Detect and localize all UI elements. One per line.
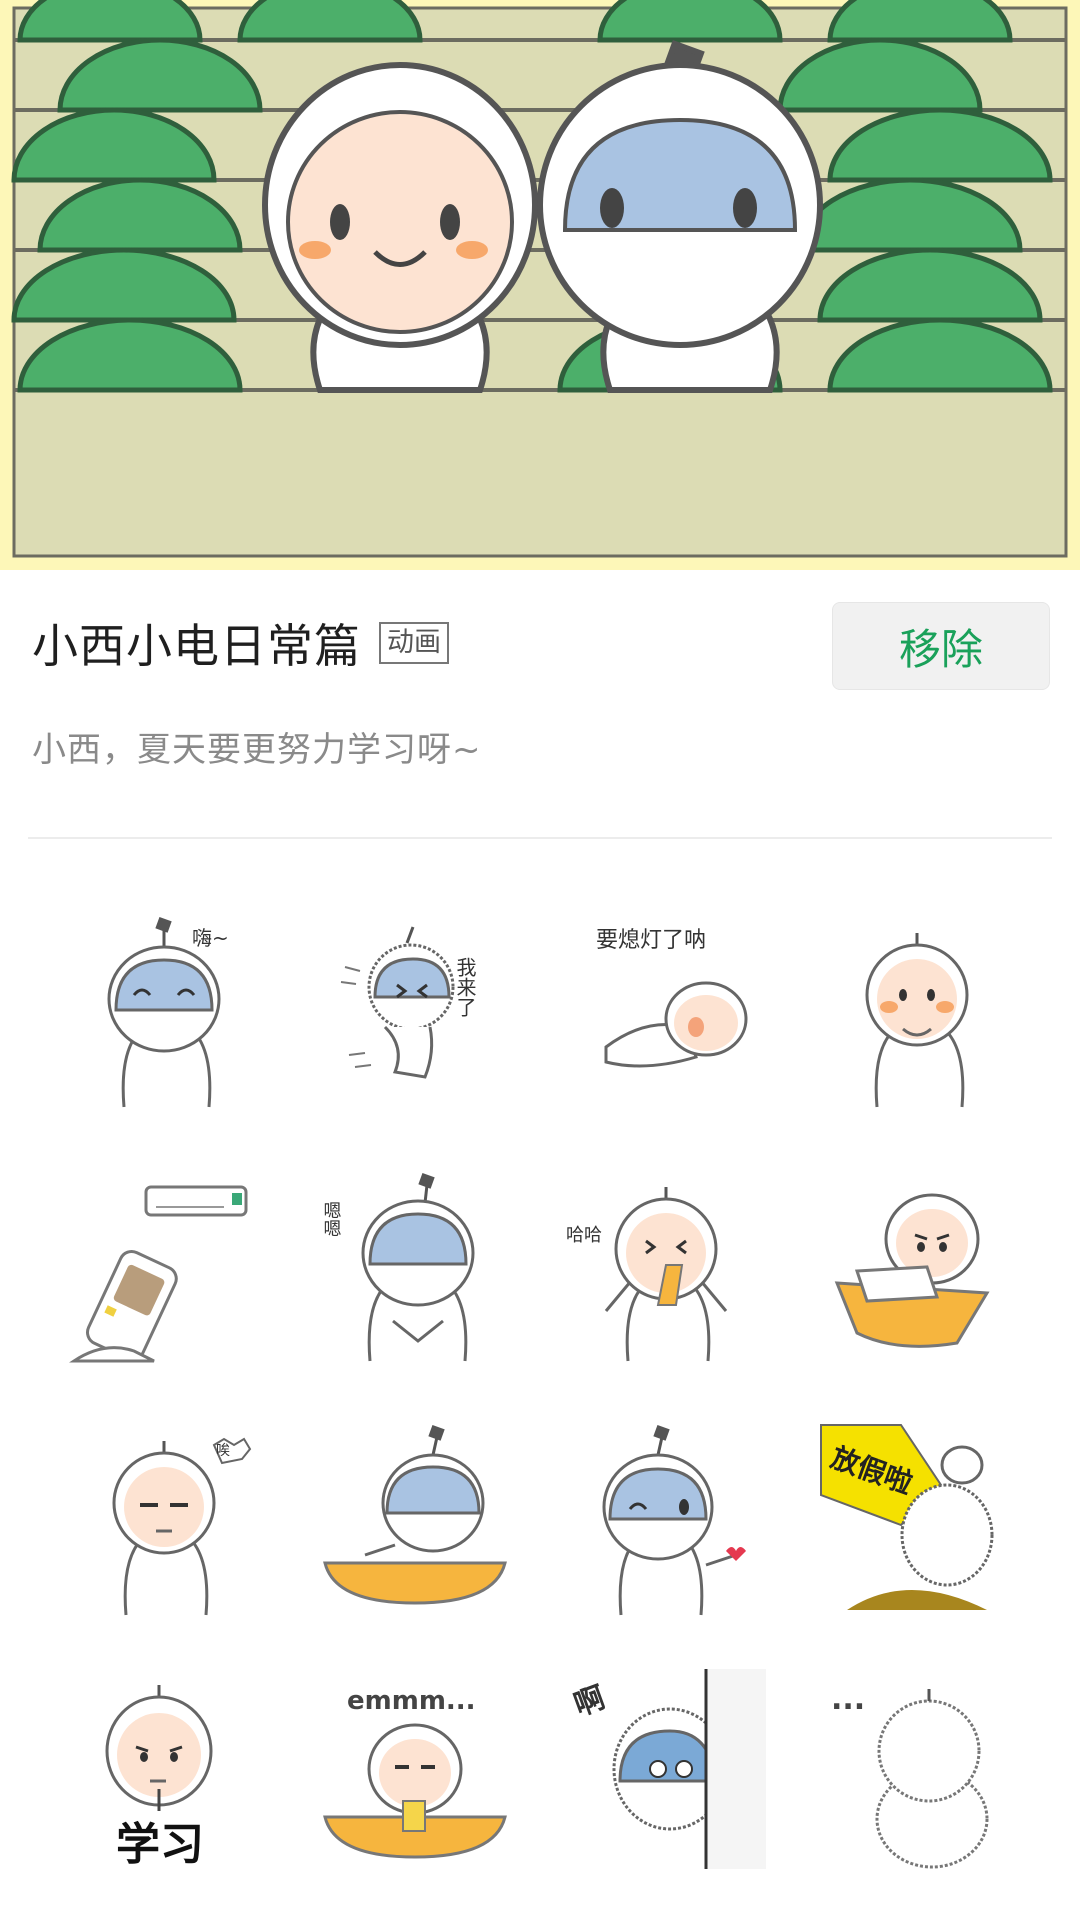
svg-text:学习: 学习 <box>116 1819 204 1870</box>
xiaoxi-sigh-sticker: 唉 <box>112 1437 251 1616</box>
xiaodian-desk-sticker <box>322 1424 507 1605</box>
svg-text:...: ... <box>831 1682 865 1717</box>
xiaoxi-laptop-sticker <box>834 1193 990 1348</box>
pack-title-row: 小西小电日常篇 动画 <box>32 610 449 676</box>
xiaoxi-study-sticker: 学习 <box>105 1685 212 1870</box>
svg-text:唉: 唉 <box>216 1443 230 1459</box>
sticker-item[interactable]: 放假啦 <box>791 1388 1042 1642</box>
xiaodian-peek-sticker: 啊 <box>569 1669 766 1869</box>
sticker-item[interactable]: 要熄灯了呐 <box>540 880 791 1134</box>
svg-text:我来了: 我来了 <box>453 957 477 1017</box>
svg-text:emmm...: emmm... <box>347 1686 476 1716</box>
sticker-grid: 嗨~ 我来了 要熄灯了呐 嗯嗯 哈哈 唉 放假啦 学习 emmm... 啊 ..… <box>38 880 1042 1896</box>
xiaoxi-sleeping-sticker: 要熄灯了呐 <box>596 928 747 1068</box>
remove-button[interactable]: 移除 <box>832 602 1050 690</box>
xiaoxi-emmm-sticker: emmm... <box>322 1686 507 1859</box>
sticker-item[interactable] <box>289 1388 540 1642</box>
sticker-item[interactable]: 嗯嗯 <box>289 1134 540 1388</box>
air-conditioner-remote-sticker <box>68 1185 247 1363</box>
sticker-item[interactable]: emmm... <box>289 1642 540 1896</box>
sticker-item[interactable] <box>791 1134 1042 1388</box>
sticker-item[interactable]: 啊 <box>540 1642 791 1896</box>
sticker-pack-detail-page: 小西小电日常篇 动画 移除 小西，夏天要更努力学习呀~ 嗨~ 我来了 要熄灯了呐… <box>0 0 1080 1918</box>
divider <box>28 837 1052 839</box>
pack-title: 小西小电日常篇 <box>32 619 361 673</box>
sticker-item[interactable]: 哈哈 <box>540 1134 791 1388</box>
animated-tag: 动画 <box>379 622 449 664</box>
xiaodian-heart-sticker <box>602 1424 746 1616</box>
svg-text:要熄灯了呐: 要熄灯了呐 <box>596 928 706 953</box>
vacation-flag-sticker: 放假啦 <box>819 1424 993 1610</box>
xiaoxi-laughing-sticker: 哈哈 <box>566 1187 727 1362</box>
sticker-item[interactable]: 唉 <box>38 1388 289 1642</box>
sticker-item[interactable]: ... <box>791 1642 1042 1896</box>
sticker-item[interactable] <box>38 1134 289 1388</box>
sticker-item[interactable]: 学习 <box>38 1642 289 1896</box>
svg-text:哈哈: 哈哈 <box>566 1225 602 1246</box>
xiaoxi-shy-sticker <box>865 933 968 1108</box>
pack-banner-image <box>0 0 1080 570</box>
xiaodian-hi-sticker: 嗨~ <box>107 916 229 1108</box>
pack-description: 小西，夏天要更努力学习呀~ <box>32 730 482 770</box>
xiaodian-running-sticker: 我来了 <box>340 926 477 1079</box>
svg-text:啊: 啊 <box>569 1680 609 1723</box>
sticker-item[interactable]: 我来了 <box>289 880 540 1134</box>
sticker-item[interactable] <box>540 1388 791 1642</box>
svg-text:嗯嗯: 嗯嗯 <box>320 1201 341 1237</box>
xiaodian-hmm-sticker: 嗯嗯 <box>320 1172 474 1362</box>
xiaoxi-back-sticker: ... <box>831 1682 988 1869</box>
sticker-item[interactable]: 嗨~ <box>38 880 289 1134</box>
svg-text:嗨~: 嗨~ <box>192 926 229 950</box>
sticker-item[interactable] <box>791 880 1042 1134</box>
